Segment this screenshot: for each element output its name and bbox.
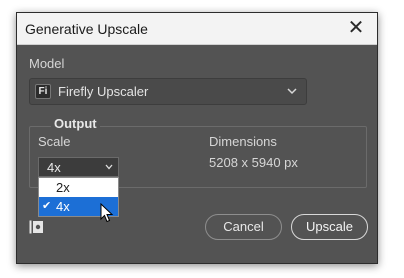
generative-upscale-dialog: Generative Upscale ✕ Model Fi Firefly Up… bbox=[16, 12, 378, 264]
chevron-down-icon bbox=[105, 164, 113, 170]
output-legend: Output bbox=[51, 116, 100, 131]
model-select[interactable]: Fi Firefly Upscaler bbox=[29, 78, 307, 105]
scale-label: Scale bbox=[38, 134, 71, 149]
cancel-button[interactable]: Cancel bbox=[205, 214, 282, 240]
scale-option-label: 2x bbox=[56, 180, 70, 195]
chevron-down-icon bbox=[287, 88, 297, 95]
model-label: Model bbox=[29, 56, 65, 71]
dialog-title: Generative Upscale bbox=[25, 21, 148, 37]
firefly-app-icon: Fi bbox=[35, 84, 51, 99]
dimensions-label: Dimensions bbox=[209, 134, 277, 149]
dialog-titlebar: Generative Upscale ✕ bbox=[17, 13, 377, 45]
scale-option-label: 4x bbox=[56, 199, 70, 214]
scale-select-value: 4x bbox=[47, 160, 61, 175]
close-icon[interactable]: ✕ bbox=[345, 17, 367, 39]
scale-option-2x[interactable]: 2x bbox=[39, 178, 118, 197]
checkmark-icon: ✔ bbox=[42, 200, 52, 212]
scale-select[interactable]: 4x bbox=[38, 157, 119, 177]
dimensions-value: 5208 x 5940 px bbox=[209, 155, 298, 170]
mouse-pointer-icon bbox=[100, 203, 114, 223]
upscale-button[interactable]: Upscale bbox=[291, 214, 368, 240]
preview-icon[interactable] bbox=[29, 220, 44, 234]
model-select-value: Firefly Upscaler bbox=[58, 84, 149, 99]
